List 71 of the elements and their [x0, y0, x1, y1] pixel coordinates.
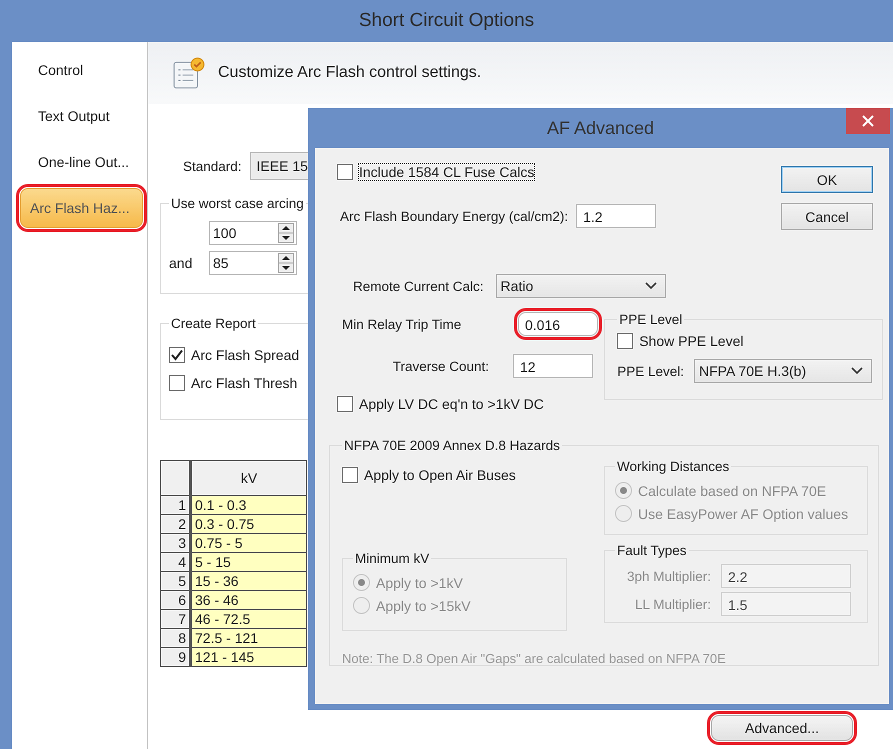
window-title: Short Circuit Options: [358, 10, 534, 32]
group-title: Use worst case arcing: [170, 196, 305, 211]
field-label: Min Relay Trip Time: [342, 316, 462, 332]
table-cell: 5 - 15: [190, 552, 306, 572]
close-icon: [862, 115, 874, 127]
spin-arrows-icon[interactable]: [278, 253, 294, 273]
checkbox-label[interactable]: Apply LV DC eq'n to >1kV DC: [359, 396, 544, 412]
table-cell: 0.75 - 5: [190, 534, 306, 552]
header-text: Customize Arc Flash control settings.: [218, 64, 482, 82]
checkbox[interactable]: [169, 375, 185, 391]
table-cell: 121 - 145: [190, 648, 306, 666]
close-button[interactable]: [846, 108, 890, 134]
checkbox[interactable]: [169, 347, 185, 363]
checkbox-label[interactable]: Include 1584 CL Fuse Calcs: [359, 164, 534, 180]
group-title: Minimum kV: [354, 551, 430, 566]
chevron-down-icon: [644, 282, 657, 290]
checkbox-label[interactable]: Arc Flash Thresh: [191, 375, 298, 391]
spin-arrows-icon[interactable]: [278, 223, 294, 243]
group-title: Working Distances: [616, 459, 730, 474]
row-number: 3: [160, 534, 190, 552]
chevron-down-icon: [851, 367, 863, 375]
sidebar-item[interactable]: Text Output: [20, 96, 143, 142]
table-cell: 46 - 72.5: [190, 610, 306, 628]
settings-list-icon: [172, 56, 206, 90]
table-cell: 0.3 - 0.75: [190, 514, 306, 534]
sidebar-item[interactable]: One-line Out...: [20, 142, 143, 188]
table-cell: 72.5 - 121: [190, 628, 306, 648]
group-title: PPE Level: [618, 312, 684, 327]
table-corner: [160, 460, 190, 496]
group-title: Create Report: [170, 316, 257, 331]
field-label: Arc Flash Boundary Energy (cal/cm2):: [340, 208, 568, 224]
table-cell: 0.1 - 0.3: [190, 496, 306, 514]
row-number: 6: [160, 590, 190, 610]
column-header: kV: [190, 460, 306, 496]
dropdown[interactable]: Ratio: [496, 274, 666, 298]
field-label: Remote Current Calc:: [353, 278, 484, 294]
dialog-button[interactable]: OK: [781, 166, 873, 193]
input-field[interactable]: 12: [513, 354, 593, 378]
field-label: PPE Level:: [617, 364, 684, 378]
checkbox[interactable]: [617, 333, 634, 349]
table-cell: 15 - 36: [190, 572, 306, 590]
spinner-field[interactable]: 85: [209, 251, 297, 275]
dialog-title: AF Advanced: [546, 118, 654, 138]
field-label: LL Multiplier:: [634, 596, 711, 612]
sidebar-item[interactable]: Control: [20, 50, 143, 96]
row-number: 4: [160, 552, 190, 572]
row-number: 8: [160, 628, 190, 648]
input-field[interactable]: 1.2: [576, 204, 656, 228]
row-number: 9: [160, 648, 190, 666]
dropdown[interactable]: NFPA 70E H.3(b): [694, 359, 872, 383]
row-number: 1: [160, 496, 190, 514]
group-title: NFPA 70E 2009 Annex D.8 Hazards: [343, 438, 561, 453]
row-number: 7: [160, 610, 190, 628]
field-label: Traverse Count:: [392, 358, 489, 374]
checkbox[interactable]: [342, 467, 358, 483]
row-number: 5: [160, 572, 190, 590]
spinner-prefix: and: [169, 255, 194, 271]
checkbox-label[interactable]: Arc Flash Spread: [191, 347, 300, 363]
standard-dropdown[interactable]: IEEE 15: [250, 152, 310, 180]
standard-label: Standard:: [183, 158, 242, 174]
dialog-button[interactable]: Cancel: [781, 203, 873, 230]
group-title: Fault Types: [616, 543, 688, 558]
checkbox-label[interactable]: Apply to Open Air Buses: [364, 467, 516, 483]
table-cell: 36 - 46: [190, 590, 306, 610]
field-label: 3ph Multiplier:: [626, 568, 711, 584]
row-number: 2: [160, 514, 190, 534]
checkbox-label[interactable]: Show PPE Level: [639, 333, 744, 349]
spinner-field[interactable]: 100: [209, 221, 297, 245]
note-text: Note: The D.8 Open Air "Gaps" are calculated based on NFPA 70E: [342, 651, 727, 666]
checkbox[interactable]: [337, 396, 353, 412]
checkbox[interactable]: [337, 164, 353, 180]
